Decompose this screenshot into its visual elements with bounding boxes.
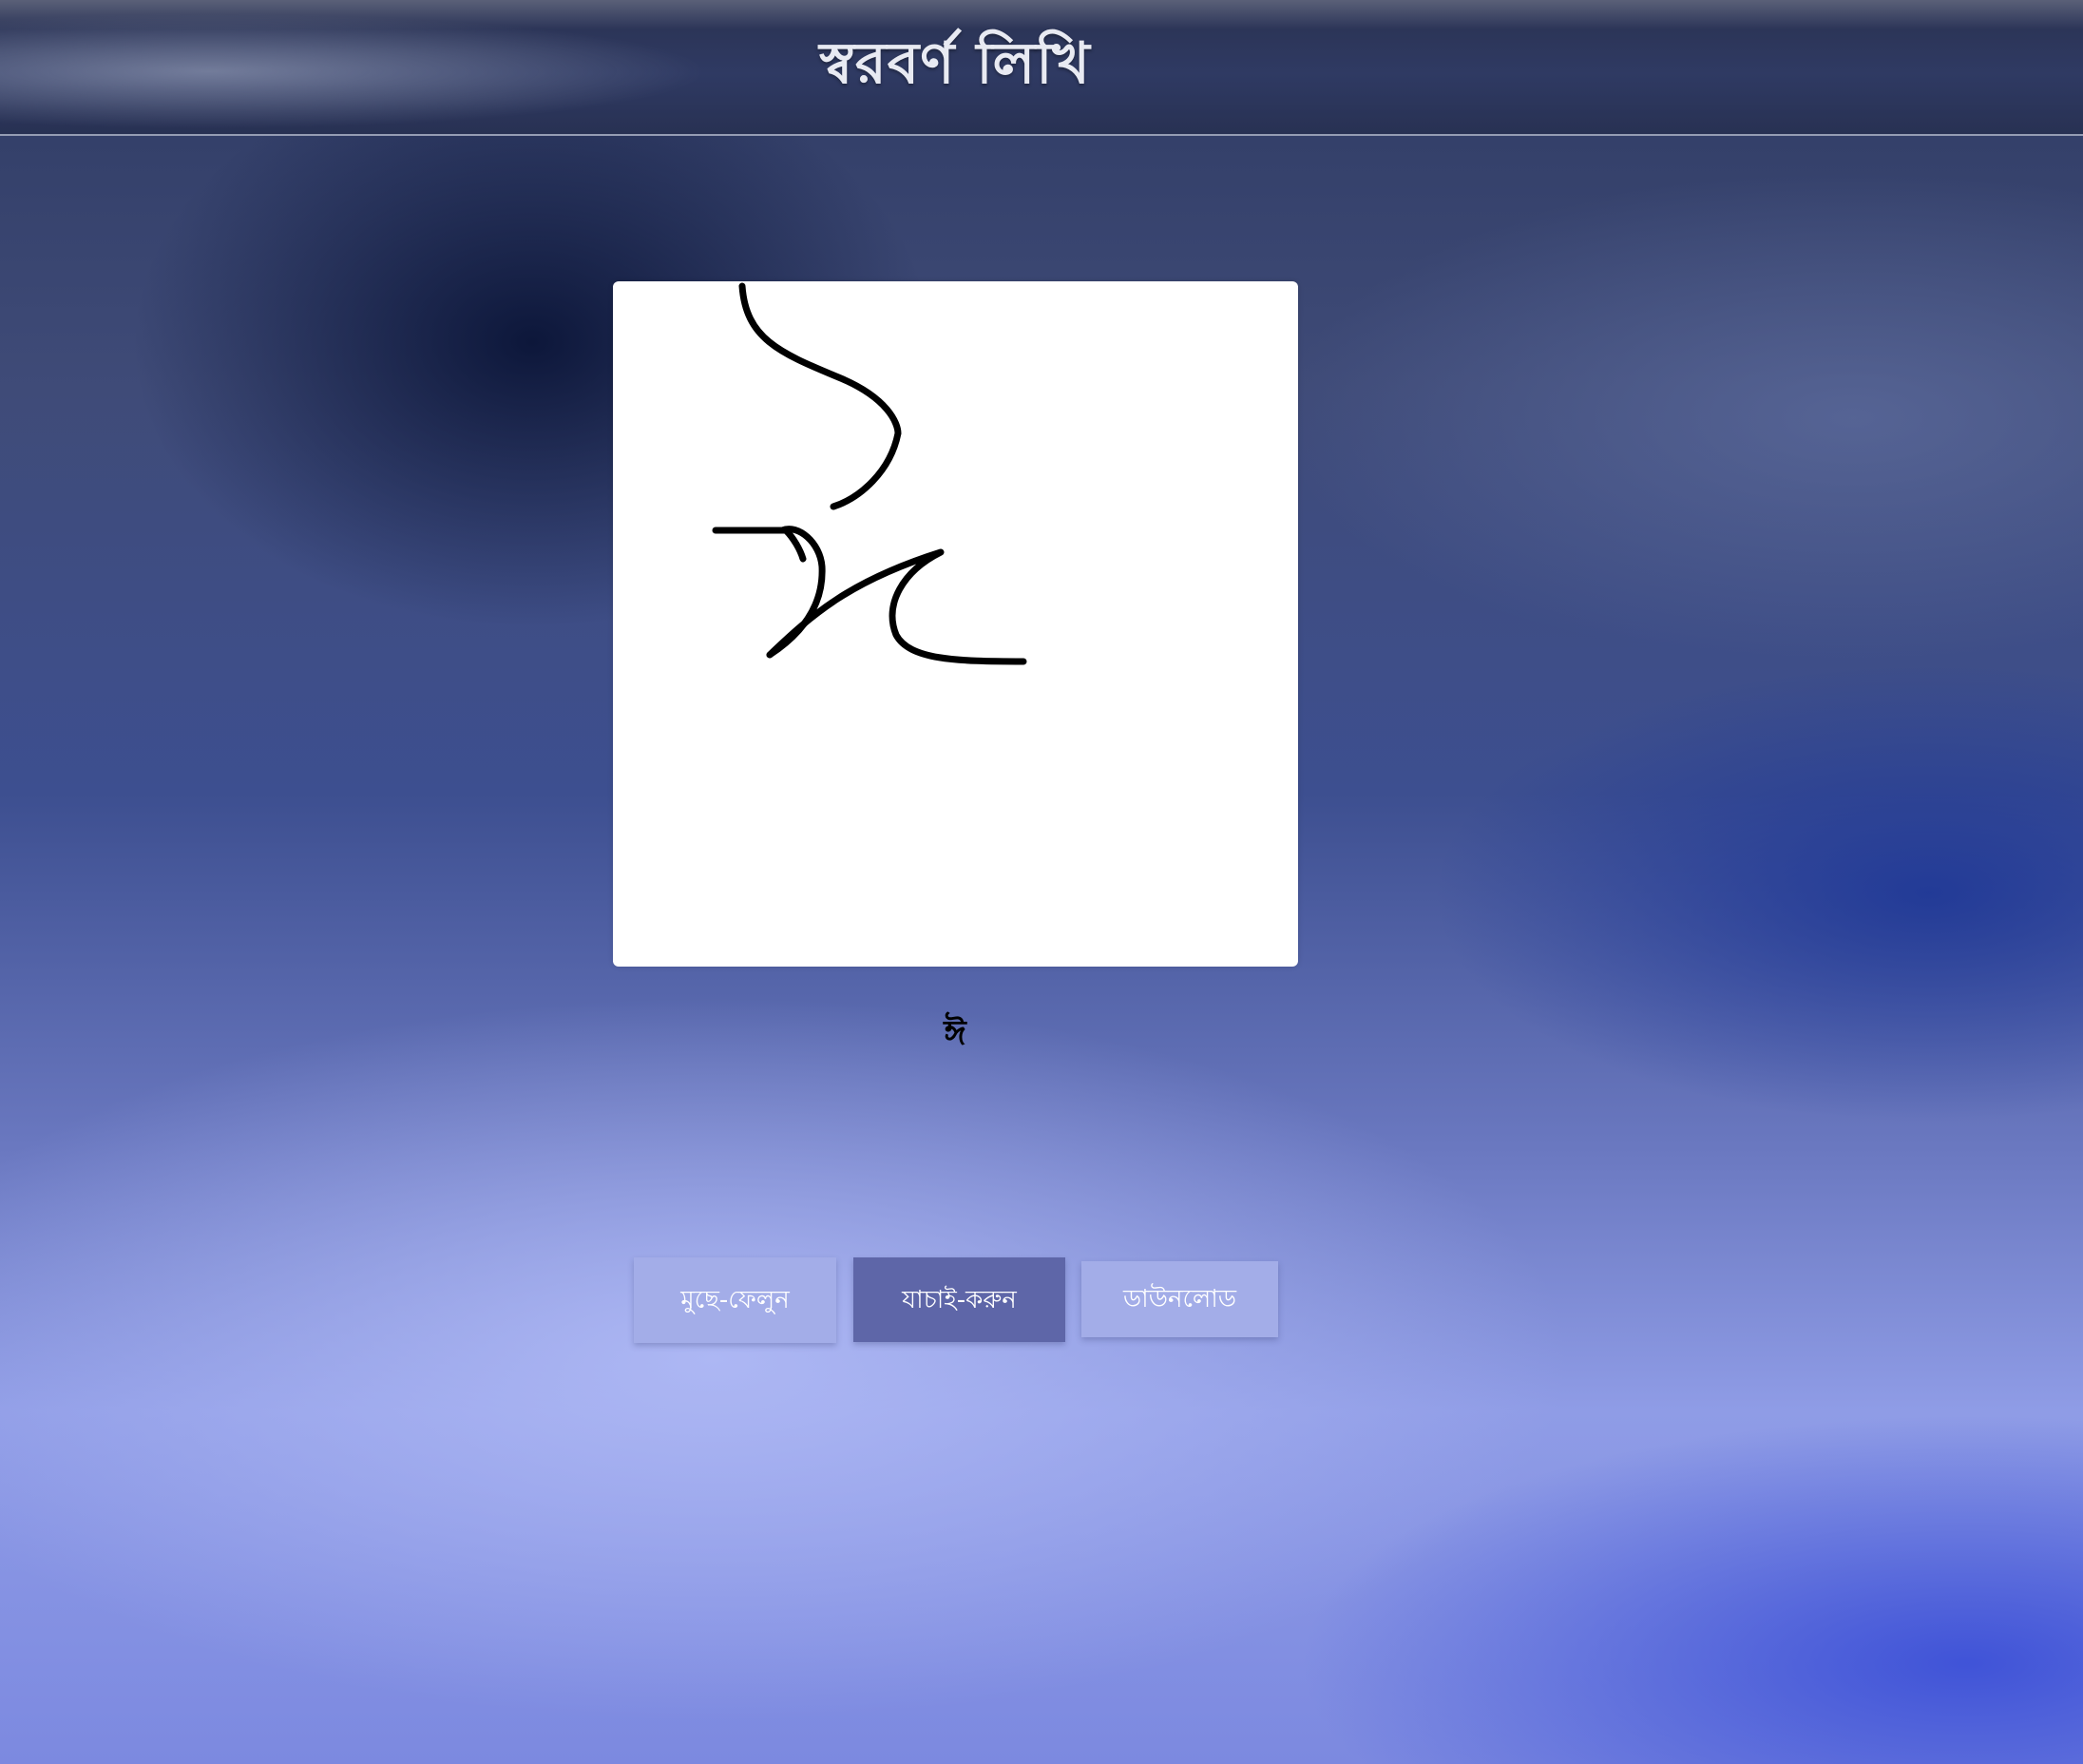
- handwritten-stroke-top-curve: [738, 282, 902, 510]
- clear-button[interactable]: মুছে-ফেলুন: [634, 1257, 836, 1343]
- app-header: স্বরবর্ণ লিখি: [0, 0, 2083, 136]
- handwritten-stroke-tail: [766, 548, 1027, 665]
- app-title: স্বরবর্ণ লিখি: [819, 30, 1091, 97]
- drawing-canvas[interactable]: [613, 281, 1298, 967]
- drawing-surface[interactable]: [613, 281, 1298, 967]
- handwritten-stroke-bar: [712, 527, 807, 563]
- download-button[interactable]: ডাউনলোড: [1081, 1261, 1278, 1337]
- check-button[interactable]: যাচাই-করুন: [853, 1257, 1065, 1342]
- recognized-letter: ঈ: [944, 1014, 966, 1053]
